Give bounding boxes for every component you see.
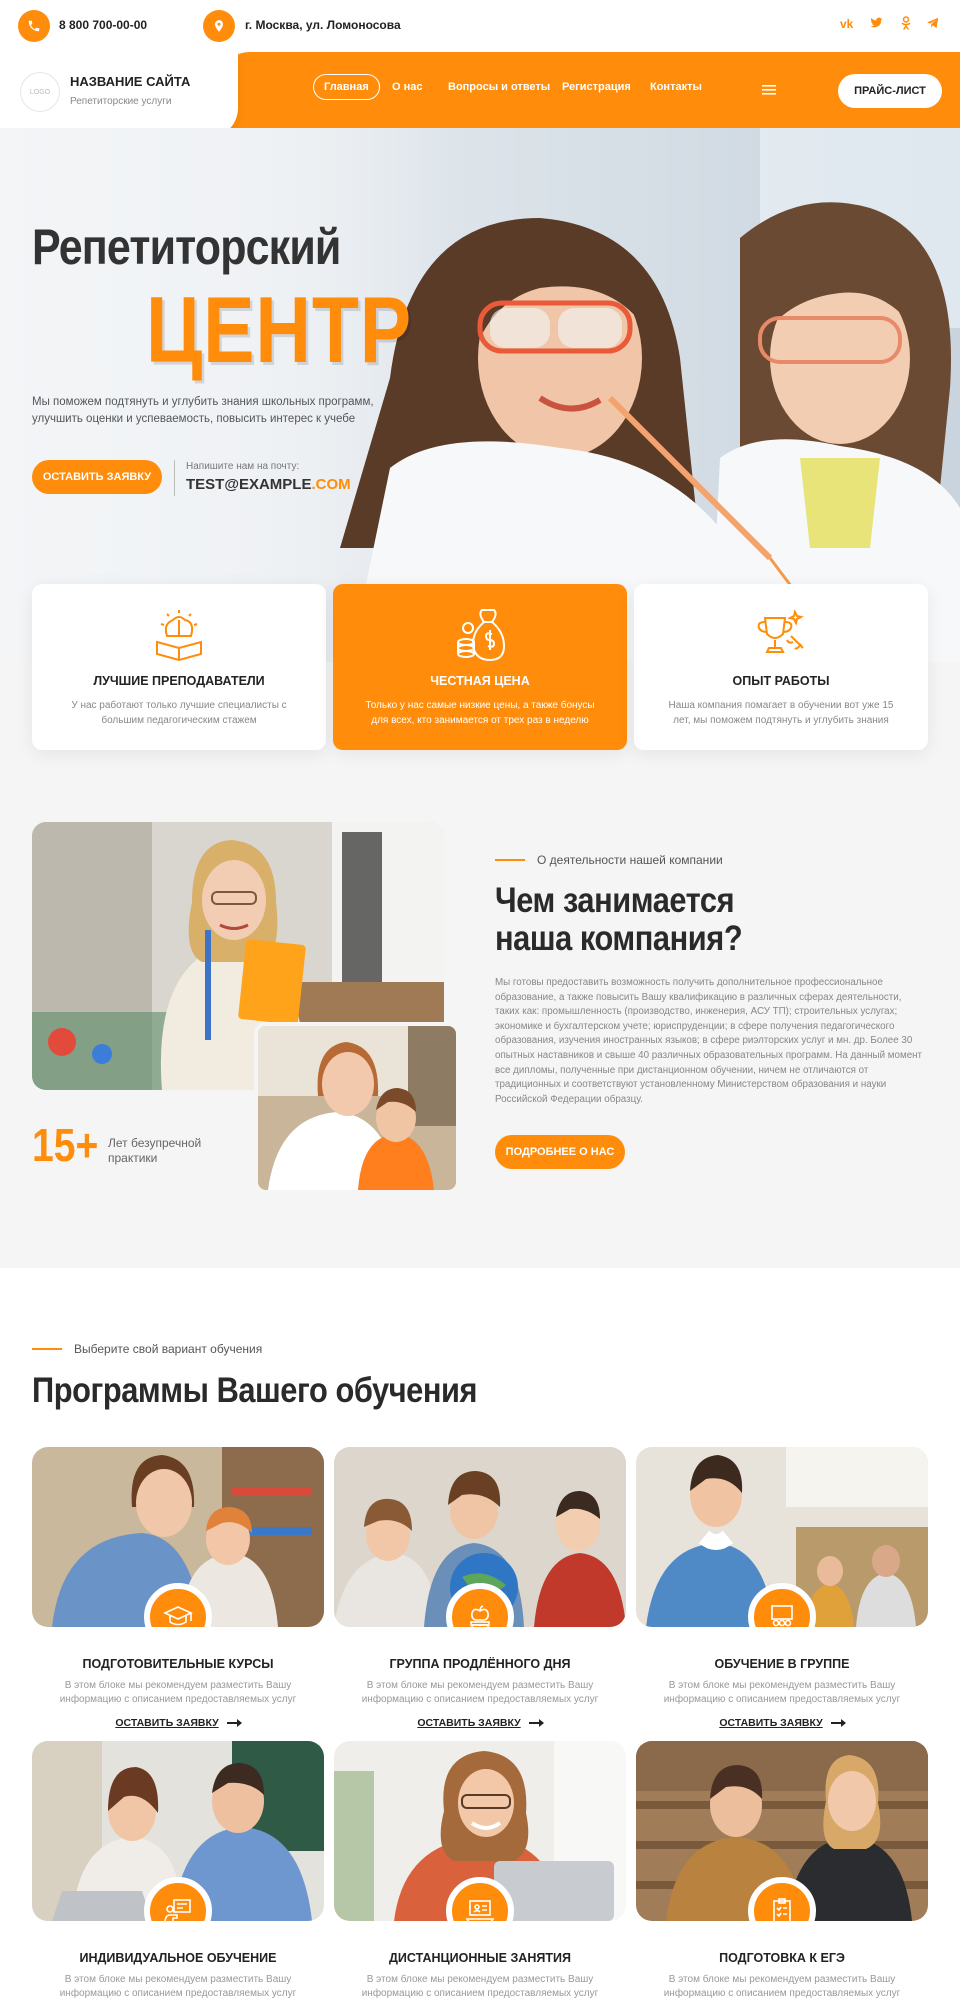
nav-item-home[interactable]: Главная: [313, 74, 380, 100]
program-link[interactable]: ОСТАВИТЬ ЗАЯВКУ: [636, 1717, 928, 1729]
hamburger-menu-icon[interactable]: [762, 83, 776, 101]
program-photo: [32, 1741, 324, 1921]
feature-desc: У нас работают только лучшие специалисты…: [71, 700, 287, 726]
program-link-label: ОСТАВИТЬ ЗАЯВКУ: [719, 1717, 823, 1729]
site-tagline: Репетиторские услуги: [70, 96, 172, 107]
program-title: ПОДГОТОВИТЕЛЬНЫЕ КУРСЫ: [82, 1657, 274, 1671]
program-card[interactable]: ОБУЧЕНИЕ В ГРУППЕ В этом блоке мы рекоме…: [636, 1447, 928, 1729]
feature-title: ЛУЧШИЕ ПРЕПОДАВАТЕЛИ: [93, 674, 265, 688]
phone-number[interactable]: 8 800 700-00-00: [59, 18, 147, 32]
site-name: НАЗВАНИЕ САЙТА: [70, 74, 191, 89]
hero-subtitle: Мы поможем подтянуть и углубить знания ш…: [32, 396, 374, 425]
programs-kicker-line: [32, 1348, 62, 1350]
program-photo: [32, 1447, 324, 1627]
program-card[interactable]: ИНДИВИДУАЛЬНОЕ ОБУЧЕНИЕ В этом блоке мы …: [32, 1741, 324, 2000]
hero-section: Репетиторский ЦЕНТР Мы поможем подтянуть…: [0, 128, 960, 662]
about-more-button[interactable]: ПОДРОБНЕЕ О НАС: [495, 1135, 625, 1169]
nav-item-about[interactable]: О нас: [392, 81, 423, 93]
vk-icon[interactable]: vk: [840, 17, 853, 31]
feature-title: ОПЫТ РАБОТЫ: [732, 674, 830, 688]
twitter-icon[interactable]: [870, 16, 883, 32]
location-icon: [203, 10, 235, 42]
feature-desc: Наша компания помагает в обучении вот уж…: [668, 700, 894, 726]
program-desc: В этом блоке мы рекомендуем разместить В…: [59, 1974, 297, 1999]
years-number: 15+: [32, 1119, 99, 1171]
nav-item-contacts[interactable]: Контакты: [650, 81, 702, 93]
about-kicker: О деятельности нашей компании: [537, 853, 723, 867]
about-title: Чем занимается наша компания?: [495, 881, 743, 958]
phone-icon: [18, 10, 50, 42]
logo: LOGO: [20, 72, 60, 112]
program-link[interactable]: ОСТАВИТЬ ЗАЯВКУ: [32, 1717, 324, 1729]
program-link[interactable]: ОСТАВИТЬ ЗАЯВКУ: [334, 1717, 626, 1729]
program-title: ИНДИВИДУАЛЬНОЕ ОБУЧЕНИЕ: [79, 1951, 277, 1965]
arrow-right-icon: [528, 1719, 544, 1728]
feature-desc: Только у нас самые низкие цены, а также …: [365, 700, 595, 726]
program-link-label: ОСТАВИТЬ ЗАЯВКУ: [115, 1717, 219, 1729]
arrow-right-icon: [830, 1719, 846, 1728]
program-desc: В этом блоке мы рекомендуем разместить В…: [663, 1974, 901, 1999]
money-bag-icon: [450, 604, 510, 664]
about-kicker-line: [495, 859, 525, 861]
odnoklassniki-icon[interactable]: [900, 16, 912, 33]
program-desc: В этом блоке мы рекомендуем разместить В…: [59, 1680, 297, 1705]
arrow-right-icon: [226, 1719, 242, 1728]
program-photo: [636, 1447, 928, 1627]
program-card[interactable]: ПОДГОТОВКА К ЕГЭ В этом блоке мы рекомен…: [636, 1741, 928, 2000]
feature-card-price[interactable]: ЧЕСТНАЯ ЦЕНА Только у нас самые низкие ц…: [333, 584, 627, 750]
telegram-icon[interactable]: [926, 16, 940, 33]
about-photo-kids: [254, 1022, 460, 1194]
about-text: Мы готовы предоставить возможность получ…: [495, 977, 923, 1105]
mail-address[interactable]: TEST@EXAMPLE.COM: [186, 476, 351, 493]
hero-title-line1: Репетиторский: [32, 219, 341, 275]
program-desc: В этом блоке мы рекомендуем разместить В…: [361, 1680, 599, 1705]
program-title: ПОДГОТОВКА К ЕГЭ: [719, 1951, 845, 1965]
program-photo: [334, 1447, 626, 1627]
program-desc: В этом блоке мы рекомендуем разместить В…: [663, 1680, 901, 1705]
mail-main: TEST@EXAMPLE: [186, 476, 312, 493]
program-title: ОБУЧЕНИЕ В ГРУППЕ: [714, 1657, 850, 1671]
hero-title-line2: ЦЕНТР: [146, 277, 412, 382]
program-link-label: ОСТАВИТЬ ЗАЯВКУ: [417, 1717, 521, 1729]
hero-divider: [174, 460, 175, 496]
program-desc: В этом блоке мы рекомендуем разместить В…: [361, 1974, 599, 1999]
price-list-button[interactable]: ПРАЙС-ЛИСТ: [838, 74, 942, 108]
mail-suffix: .COM: [311, 476, 351, 493]
logo-block[interactable]: LOGO НАЗВАНИЕ САЙТА Репетиторские услуги: [0, 52, 238, 138]
trophy-icon: [751, 604, 811, 664]
programs-title: Программы Вашего обучения: [32, 1371, 478, 1410]
program-photo: [636, 1741, 928, 1921]
brain-book-icon: [149, 604, 209, 664]
program-card[interactable]: ДИСТАНЦИОННЫЕ ЗАНЯТИЯ В этом блоке мы ре…: [334, 1741, 626, 2000]
programs-kicker: Выберите свой вариант обучения: [74, 1342, 263, 1356]
nav-item-registration[interactable]: Регистрация: [562, 81, 631, 93]
program-card[interactable]: ПОДГОТОВИТЕЛЬНЫЕ КУРСЫ В этом блоке мы р…: [32, 1447, 324, 1729]
feature-card-teachers[interactable]: ЛУЧШИЕ ПРЕПОДАВАТЕЛИ У нас работают толь…: [32, 584, 326, 750]
feature-card-experience[interactable]: ОПЫТ РАБОТЫ Наша компания помагает в обу…: [634, 584, 928, 750]
address: г. Москва, ул. Ломоносова: [245, 18, 401, 32]
nav-item-faq[interactable]: Вопросы и ответы: [448, 81, 550, 93]
top-bar: 8 800 700-00-00 г. Москва, ул. Ломоносов…: [0, 0, 960, 52]
feature-title: ЧЕСТНАЯ ЦЕНА: [430, 674, 530, 688]
program-title: ДИСТАНЦИОННЫЕ ЗАНЯТИЯ: [389, 1951, 571, 1965]
program-card[interactable]: ГРУППА ПРОДЛЁННОГО ДНЯ В этом блоке мы р…: [334, 1447, 626, 1729]
mail-hint: Напишите нам на почту:: [186, 461, 300, 472]
hero-cta-button[interactable]: ОСТАВИТЬ ЗАЯВКУ: [32, 460, 162, 494]
program-title: ГРУППА ПРОДЛЁННОГО ДНЯ: [389, 1657, 571, 1671]
years-label: Лет безупречной практики: [108, 1136, 202, 1165]
program-photo: [334, 1741, 626, 1921]
